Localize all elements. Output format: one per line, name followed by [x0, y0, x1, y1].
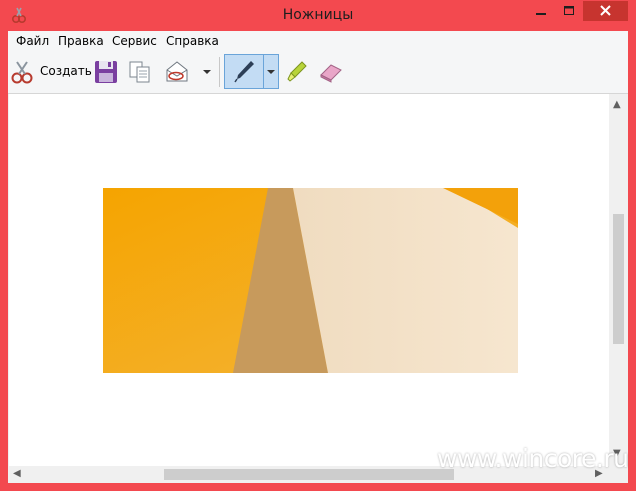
eraser-icon: [320, 64, 342, 83]
vertical-scroll-thumb[interactable]: [613, 214, 624, 344]
minimize-icon: [536, 13, 546, 15]
menu-edit[interactable]: Правка: [58, 31, 104, 51]
chevron-down-icon: [203, 70, 211, 74]
pen-button[interactable]: [225, 55, 263, 88]
send-button[interactable]: [162, 56, 192, 88]
scissors-icon: [11, 61, 33, 84]
toolbar-separator: [219, 57, 220, 87]
send-dropdown-button[interactable]: [200, 56, 214, 88]
toolbar: Создать: [8, 51, 628, 94]
minimize-button[interactable]: [527, 1, 555, 21]
menu-tools[interactable]: Сервис: [112, 31, 157, 51]
snip-canvas[interactable]: [9, 94, 609, 466]
menu-file[interactable]: Файл: [16, 31, 49, 51]
vertical-scrollbar[interactable]: ▲ ▼: [609, 94, 627, 466]
title-bar[interactable]: Ножницы: [0, 0, 636, 31]
pen-icon: [234, 61, 254, 83]
new-snip-button[interactable]: Создать: [10, 56, 92, 88]
maximize-button[interactable]: [555, 1, 583, 21]
snipping-tool-window: Ножницы Файл Правка Сервис Справка Созда…: [0, 0, 636, 491]
close-button[interactable]: [583, 1, 628, 21]
chevron-down-icon: [267, 70, 275, 74]
send-icon: [166, 61, 188, 82]
pen-button-group: [224, 54, 279, 89]
maximize-icon: [564, 6, 574, 15]
pen-dropdown-button[interactable]: [264, 55, 278, 88]
save-button[interactable]: [92, 56, 120, 88]
scroll-left-arrow-icon[interactable]: ◀: [13, 469, 21, 479]
highlighter-icon: [287, 61, 307, 82]
client-area: Файл Правка Сервис Справка Создать ▲ ▼ ◀…: [8, 31, 628, 483]
eraser-button[interactable]: [316, 56, 346, 88]
menu-bar: Файл Правка Сервис Справка: [8, 31, 628, 51]
highlighter-button[interactable]: [284, 56, 310, 88]
menu-help[interactable]: Справка: [166, 31, 219, 51]
close-icon: [600, 5, 611, 16]
copy-icon: [129, 61, 150, 83]
horizontal-scroll-thumb[interactable]: [164, 469, 454, 480]
scroll-up-arrow-icon[interactable]: ▲: [613, 100, 621, 110]
watermark-text: www.wincore.ru: [437, 444, 629, 473]
snip-image: [103, 188, 518, 373]
copy-button[interactable]: [126, 56, 154, 88]
new-snip-label: Создать: [40, 64, 92, 78]
save-icon: [95, 61, 117, 83]
